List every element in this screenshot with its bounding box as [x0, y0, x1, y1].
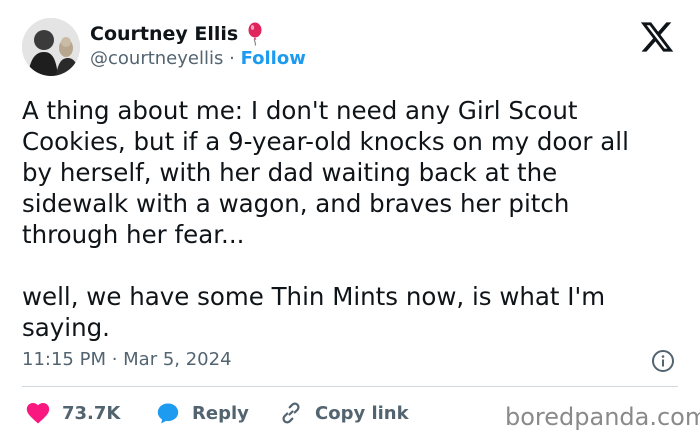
link-icon: [282, 402, 300, 424]
reply-label: Reply: [192, 402, 249, 424]
avatar[interactable]: [22, 18, 80, 76]
avatar-photo-icon: [22, 18, 80, 76]
reply-button[interactable]: Reply: [156, 398, 249, 428]
author-handle-row: @courtneyellis · Follow: [90, 48, 306, 70]
tweet-embed-card: Courtney Ellis @courtneyellis · Follow A…: [0, 0, 700, 440]
info-icon[interactable]: [651, 349, 675, 373]
copy-link-button[interactable]: Copy link: [279, 398, 409, 428]
handle-separator: ·: [229, 48, 235, 69]
balloon-icon: [248, 22, 262, 46]
divider: [22, 386, 678, 387]
x-logo-icon[interactable]: [638, 19, 676, 55]
tweet-text: A thing about me: I don't need any Girl …: [22, 96, 629, 342]
follow-button[interactable]: Follow: [241, 48, 306, 69]
watermark: boredpanda.com: [505, 403, 700, 431]
like-button[interactable]: 73.7K: [26, 398, 120, 428]
like-count: 73.7K: [62, 402, 121, 424]
heart-icon: [26, 402, 50, 424]
copy-link-label: Copy link: [315, 402, 409, 424]
author-handle[interactable]: @courtneyellis: [90, 48, 223, 69]
author-name-row: Courtney Ellis: [90, 22, 264, 46]
tweet-timestamp[interactable]: 11:15 PM · Mar 5, 2024: [22, 348, 232, 372]
author-display-name[interactable]: Courtney Ellis: [90, 22, 238, 46]
reply-bubble-icon: [157, 403, 179, 424]
